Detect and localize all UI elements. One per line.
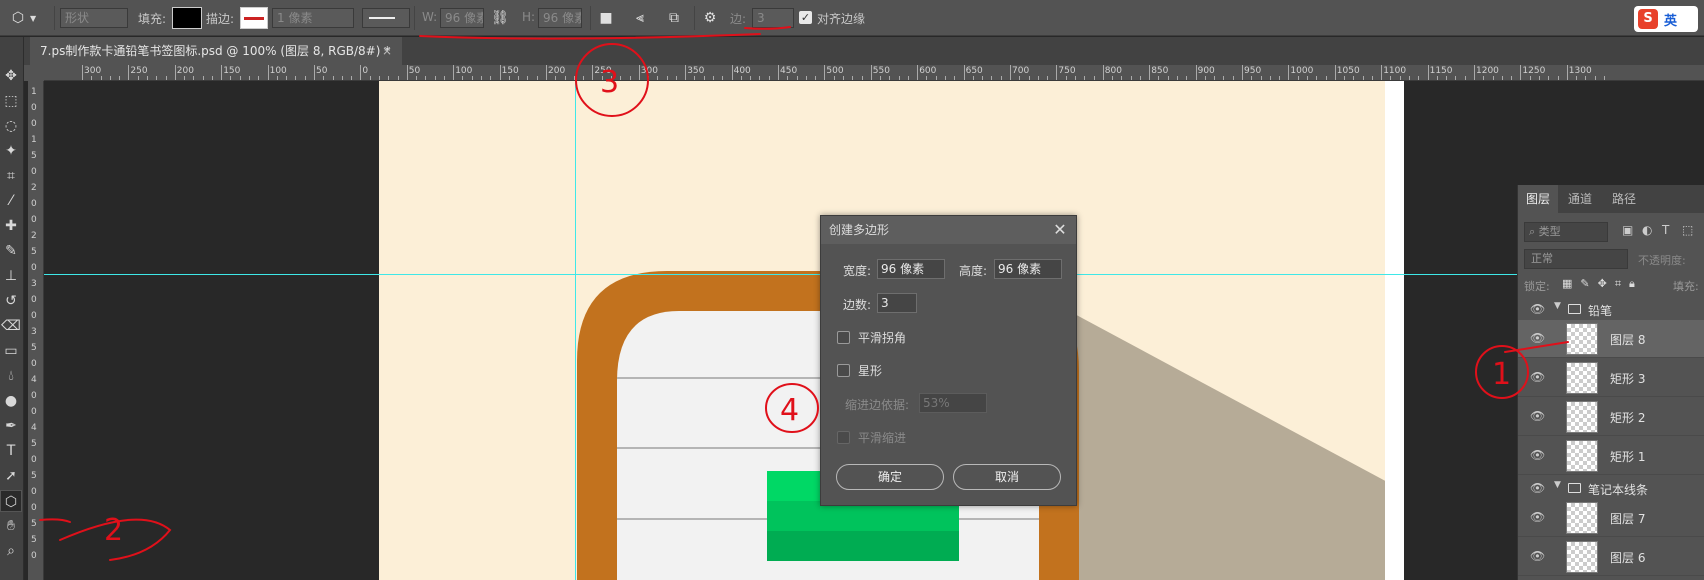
annotation-number: 4 bbox=[780, 393, 799, 428]
annotation-line bbox=[1504, 341, 1569, 353]
annotation-underline bbox=[419, 33, 761, 40]
annotation-overlay: 1 2 3 4 bbox=[39, 26, 1569, 561]
annotation-number: 3 bbox=[600, 65, 619, 100]
annotation-underline bbox=[744, 26, 791, 30]
annotation-number: 1 bbox=[1492, 357, 1511, 392]
photoshop-window: ⬡ ▼ 形状 填充: 描边: 1 像素 W: 96 像素 ⛓ H: 96 像素 … bbox=[0, 0, 1704, 580]
annotation-arrow bbox=[39, 518, 71, 523]
annotation-number: 2 bbox=[104, 513, 123, 548]
